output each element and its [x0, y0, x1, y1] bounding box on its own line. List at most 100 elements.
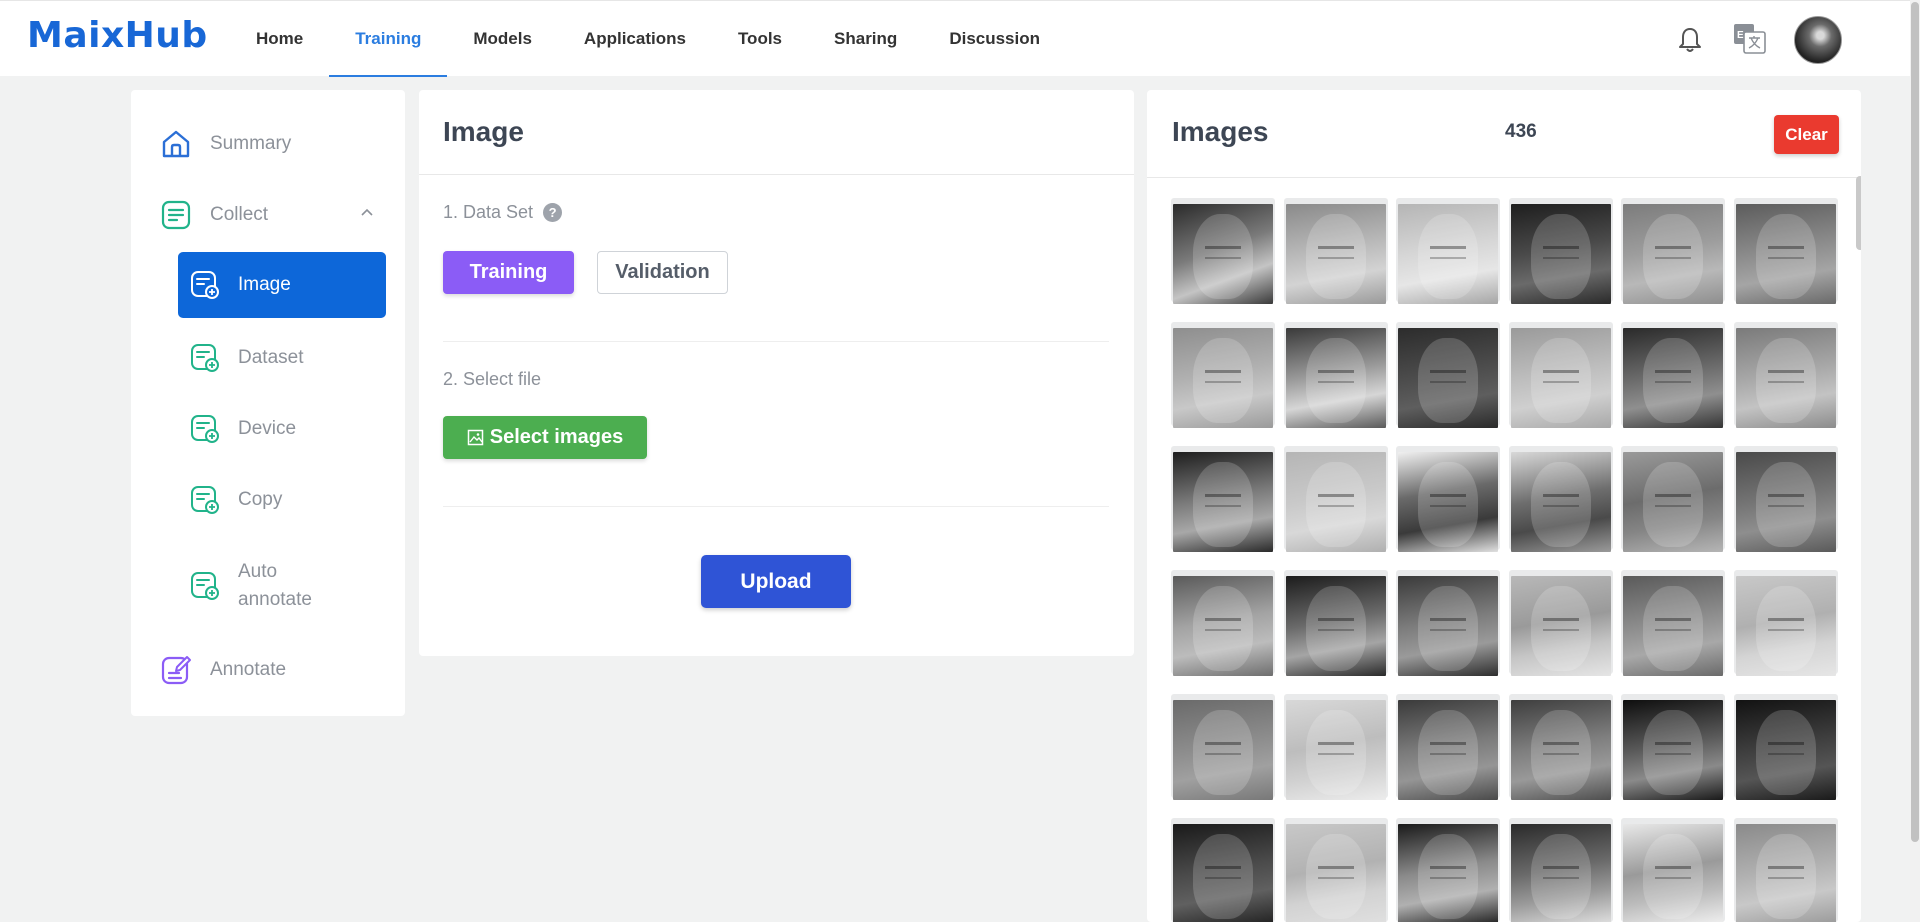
sidebar-item-summary[interactable]: Summary	[160, 126, 380, 162]
face-photo	[1173, 700, 1273, 800]
upload-button[interactable]: Upload	[701, 555, 851, 608]
images-scrollbar[interactable]	[1856, 176, 1861, 250]
image-thumbnail[interactable]	[1283, 570, 1388, 676]
image-thumbnail[interactable]	[1621, 322, 1726, 428]
image-thumbnail[interactable]	[1396, 694, 1501, 800]
sidebar-item-image[interactable]: Image	[178, 252, 386, 318]
image-thumbnail[interactable]	[1283, 198, 1388, 304]
nav-discussion[interactable]: Discussion	[923, 1, 1066, 77]
face-photo	[1735, 328, 1836, 428]
face-photo	[1285, 700, 1386, 800]
image-thumbnail[interactable]	[1508, 322, 1613, 428]
image-thumbnail[interactable]	[1171, 818, 1275, 922]
image-thumbnail[interactable]	[1733, 818, 1838, 922]
image-thumbnail[interactable]	[1621, 694, 1726, 800]
main-nav: Home Training Models Applications Tools …	[230, 1, 1066, 77]
image-thumbnail[interactable]	[1621, 446, 1726, 552]
face-photo	[1510, 452, 1611, 552]
image-thumbnail[interactable]	[1621, 818, 1726, 922]
face-photo	[1510, 204, 1611, 304]
page-scrollbar-track[interactable]	[1910, 0, 1920, 922]
validation-dataset-button[interactable]: Validation	[597, 251, 728, 294]
image-thumbnail[interactable]	[1621, 570, 1726, 676]
image-thumbnail[interactable]	[1508, 818, 1613, 922]
nav-home[interactable]: Home	[230, 1, 329, 77]
image-thumbnail[interactable]	[1283, 818, 1388, 922]
sidebar-item-annotate[interactable]: Annotate	[160, 652, 380, 688]
sidebar-item-collect[interactable]: Collect	[160, 197, 374, 233]
face-photo	[1735, 824, 1836, 922]
document-list-icon	[161, 200, 191, 230]
images-count: 436	[1505, 121, 1537, 142]
images-divider	[1147, 177, 1861, 178]
sidebar-item-dataset[interactable]: Dataset	[190, 340, 386, 376]
home-icon	[162, 130, 190, 158]
image-thumbnail[interactable]	[1508, 570, 1613, 676]
language-switch-icon[interactable]: En	[1733, 23, 1767, 55]
image-upload-panel: Image 1. Data Set? Training Validation 2…	[419, 90, 1134, 656]
face-photo	[1623, 204, 1724, 304]
image-thumbnail[interactable]	[1733, 446, 1838, 552]
image-thumbnail[interactable]	[1396, 446, 1501, 552]
sidebar-label-copy: Copy	[238, 489, 283, 510]
nav-applications[interactable]: Applications	[558, 1, 712, 77]
sidebar-item-device[interactable]: Device	[190, 411, 386, 447]
image-thumbnail[interactable]	[1283, 446, 1388, 552]
select-images-label: Select images	[489, 426, 624, 448]
image-thumbnail[interactable]	[1733, 198, 1838, 304]
sidebar-item-copy[interactable]: Copy	[190, 482, 386, 518]
image-thumbnail[interactable]	[1396, 198, 1501, 304]
face-photo	[1735, 700, 1836, 800]
face-photo	[1510, 328, 1611, 428]
nav-models[interactable]: Models	[447, 1, 558, 77]
user-avatar[interactable]	[1794, 16, 1842, 64]
image-thumbnail[interactable]	[1733, 570, 1838, 676]
face-photo	[1735, 576, 1836, 676]
panel-divider	[419, 174, 1134, 175]
page-scrollbar-thumb[interactable]	[1911, 2, 1919, 842]
clear-images-button[interactable]: Clear	[1774, 115, 1839, 154]
dataset-step-text: 1. Data Set	[443, 202, 534, 222]
images-title: Images	[1172, 116, 1269, 147]
sidebar-label-collect: Collect	[210, 204, 269, 225]
image-thumbnail[interactable]	[1171, 446, 1275, 552]
select-images-button[interactable]: Select images	[443, 416, 647, 459]
face-photo	[1398, 452, 1499, 552]
notification-bell-icon[interactable]	[1675, 25, 1705, 55]
face-photo	[1735, 204, 1836, 304]
image-thumbnail[interactable]	[1171, 570, 1275, 676]
image-icon	[467, 429, 484, 446]
image-thumbnail[interactable]	[1171, 322, 1275, 428]
sidebar-item-auto-annotate[interactable]: Auto annotate	[190, 558, 386, 614]
top-navigation-bar: MaixHub Home Training Models Application…	[0, 0, 1920, 77]
image-thumbnail[interactable]	[1621, 198, 1726, 304]
image-thumbnail[interactable]	[1171, 694, 1275, 800]
image-thumbnail[interactable]	[1171, 198, 1275, 304]
nav-training[interactable]: Training	[329, 1, 448, 77]
image-thumbnail[interactable]	[1508, 694, 1613, 800]
nav-tools[interactable]: Tools	[712, 1, 808, 77]
training-dataset-button[interactable]: Training	[443, 251, 574, 294]
image-thumbnail[interactable]	[1283, 694, 1388, 800]
document-add-icon	[191, 572, 219, 600]
face-photo	[1173, 452, 1273, 552]
image-thumbnail[interactable]	[1396, 322, 1501, 428]
image-thumbnail[interactable]	[1396, 818, 1501, 922]
face-photo	[1398, 824, 1499, 922]
face-photo	[1398, 328, 1499, 428]
auto-annotate-line-2: annotate	[238, 589, 312, 610]
nav-sharing[interactable]: Sharing	[808, 1, 923, 77]
face-photo	[1623, 328, 1724, 428]
image-thumbnail[interactable]	[1508, 198, 1613, 304]
document-add-icon	[191, 344, 219, 372]
maixhub-logo[interactable]: MaixHub	[27, 15, 208, 56]
image-thumbnail[interactable]	[1283, 322, 1388, 428]
image-thumbnail[interactable]	[1733, 694, 1838, 800]
image-thumbnail[interactable]	[1733, 322, 1838, 428]
document-add-icon	[191, 271, 219, 299]
chevron-up-icon[interactable]	[360, 205, 374, 219]
face-photo	[1285, 204, 1386, 304]
image-thumbnail[interactable]	[1508, 446, 1613, 552]
image-thumbnail[interactable]	[1396, 570, 1501, 676]
help-icon[interactable]: ?	[543, 203, 563, 222]
